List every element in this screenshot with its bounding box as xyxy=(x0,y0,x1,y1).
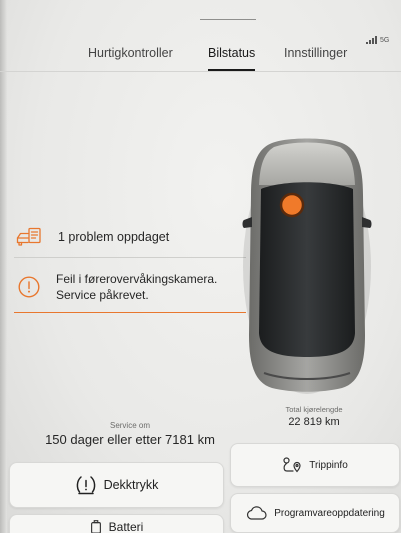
service-label: Service om xyxy=(109,421,150,430)
tab-innstillinger[interactable]: Innstillinger xyxy=(284,46,347,69)
battery-button[interactable]: Batteri xyxy=(9,514,224,533)
tab-hurtigkontroller[interactable]: Hurtigkontroller xyxy=(88,46,173,69)
tire-pressure-label: Dekktrykk xyxy=(103,478,159,492)
tire-pressure-button[interactable]: Dekktrykk xyxy=(9,462,224,508)
problem-item[interactable]: Feil i førerovervåkingskamera. Service p… xyxy=(14,262,246,313)
odometer-label: Total kjørelengde xyxy=(285,405,343,414)
camera-location-marker xyxy=(279,192,305,218)
service-value: 150 dager eller etter 7181 km xyxy=(45,432,215,447)
odometer-value: 22 819 km xyxy=(288,416,340,428)
trip-info-button[interactable]: Trippinfo xyxy=(230,443,400,487)
trip-info-label: Trippinfo xyxy=(309,459,348,471)
warning-circle-icon xyxy=(18,276,40,298)
tire-pressure-icon xyxy=(76,476,95,495)
screen-bezel xyxy=(0,0,7,533)
car-hood xyxy=(259,142,355,185)
cloud-icon xyxy=(247,506,267,520)
car-mirror-right xyxy=(362,217,372,228)
top-drag-handle[interactable] xyxy=(200,19,256,20)
software-update-label: Programvareoppdatering xyxy=(274,507,385,519)
tab-bilstatus[interactable]: Bilstatus xyxy=(208,46,256,71)
car-service-icon xyxy=(16,227,41,246)
car-mirror-left xyxy=(242,217,252,228)
problem-item-text: Feil i førerovervåkingskamera. Service p… xyxy=(56,271,217,303)
battery-icon xyxy=(90,520,101,533)
car-top-view xyxy=(242,138,372,394)
battery-label: Batteri xyxy=(108,520,144,533)
problem-item-subtitle: Service påkrevet. xyxy=(56,288,149,302)
problem-summary-text: 1 problem oppdaget xyxy=(58,229,170,244)
problem-item-title: Feil i førerovervåkingskamera. xyxy=(56,272,218,286)
problem-summary: 1 problem oppdaget xyxy=(14,216,246,258)
tab-bar: Hurtigkontroller Bilstatus Innstillinger xyxy=(0,38,401,72)
trip-route-icon xyxy=(283,457,301,473)
software-update-button[interactable]: Programvareoppdatering xyxy=(230,493,400,533)
car-glass-roof xyxy=(259,182,355,357)
car-status-screen: 5G Hurtigkontroller Bilstatus Innstillin… xyxy=(0,0,401,533)
